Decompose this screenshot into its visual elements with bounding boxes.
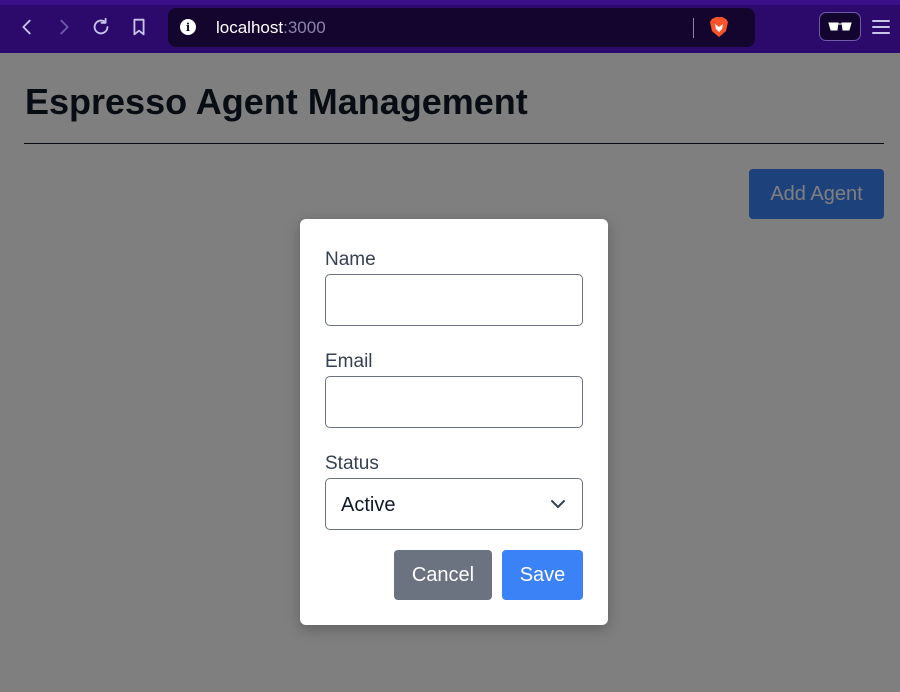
email-label: Email [325,351,373,372]
cancel-button[interactable]: Cancel [394,550,492,600]
back-icon[interactable] [15,15,39,39]
browser-toolbar: i localhost:3000 [0,0,900,53]
menu-icon[interactable] [871,17,891,37]
name-input[interactable] [325,274,583,326]
url-separator [693,18,694,38]
url-port: :3000 [283,18,326,37]
email-input[interactable] [325,376,583,428]
save-button[interactable]: Save [502,550,583,600]
status-selected-value: Active [341,494,396,516]
url-host: localhost [216,18,284,37]
url-text[interactable]: localhost:3000 [216,18,326,38]
private-glasses-icon[interactable] [819,12,861,41]
chevron-down-icon [551,500,565,508]
forward-icon[interactable] [52,15,76,39]
status-select[interactable]: Active [325,478,583,530]
address-bar[interactable]: i localhost:3000 [168,8,755,47]
agent-modal: Name Email Status Active Cancel Save [300,219,608,625]
status-label: Status [325,453,379,474]
bookmark-icon[interactable] [127,15,151,39]
info-icon[interactable]: i [180,19,196,35]
name-label: Name [325,249,376,270]
brave-shield-icon[interactable] [709,16,729,38]
reload-icon[interactable] [89,15,113,39]
